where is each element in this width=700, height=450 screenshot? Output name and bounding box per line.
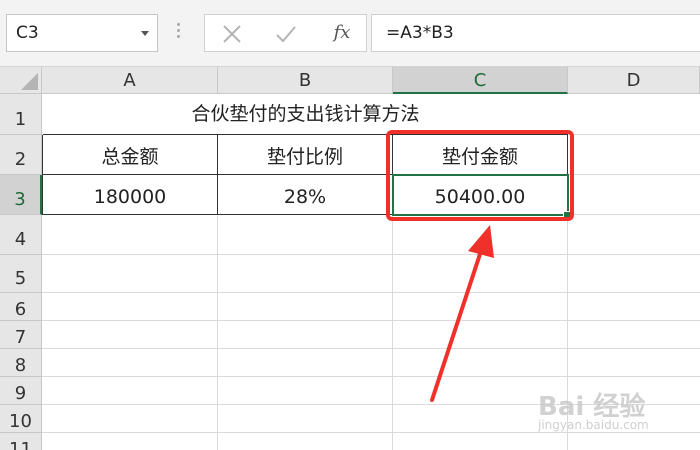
cell-b2[interactable]: 垫付比例 [218,135,393,175]
column-header-d[interactable]: D [568,67,700,94]
row-header-3[interactable]: 3 [0,175,42,215]
formula-bar: C3 fx =A3*B3 [0,0,700,67]
formula-buttons: fx [204,14,367,52]
grid-line [42,292,700,293]
row-header-9[interactable]: 9 [0,377,42,405]
grid-line [42,320,700,321]
grid-line [42,254,700,255]
cancel-icon[interactable] [219,21,245,47]
column-header-c[interactable]: C [393,67,568,94]
name-box-value: C3 [16,23,39,43]
row-header-11[interactable]: 11 [0,433,42,450]
watermark-url: jingyan.baidu.com [538,418,649,432]
highlight-box [386,130,574,221]
formula-input[interactable]: =A3*B3 [371,14,700,52]
cell-b3[interactable]: 28% [218,175,393,215]
row-header-8[interactable]: 8 [0,349,42,377]
row-header-4[interactable]: 4 [0,215,42,255]
check-icon[interactable] [273,21,299,47]
insert-function-icon[interactable]: fx [327,22,357,48]
grid-line [42,432,700,433]
row-header-10[interactable]: 10 [0,405,42,433]
select-all-button[interactable] [0,67,42,94]
row-header-1[interactable]: 1 [0,94,42,135]
drag-handle-icon[interactable] [177,23,180,43]
grid-line [42,348,700,349]
grid-line [42,376,700,377]
row-header-2[interactable]: 2 [0,135,42,175]
row-header-6[interactable]: 6 [0,293,42,321]
spreadsheet-window: C3 fx =A3*B3 A B C D 1 2 3 4 5 6 7 8 9 1… [0,0,700,450]
chevron-down-icon[interactable] [141,31,149,36]
column-header-a[interactable]: A [42,67,218,94]
row-header-7[interactable]: 7 [0,321,42,349]
title-cell[interactable]: 合伙垫付的支出钱计算方法 [43,94,568,135]
row-header-5[interactable]: 5 [0,255,42,293]
cell-a2[interactable]: 总金额 [42,135,218,175]
column-header-b[interactable]: B [218,67,393,94]
cell-a3[interactable]: 180000 [42,175,218,215]
name-box[interactable]: C3 [6,14,158,52]
formula-text: =A3*B3 [386,23,454,43]
select-all-icon [21,73,38,90]
